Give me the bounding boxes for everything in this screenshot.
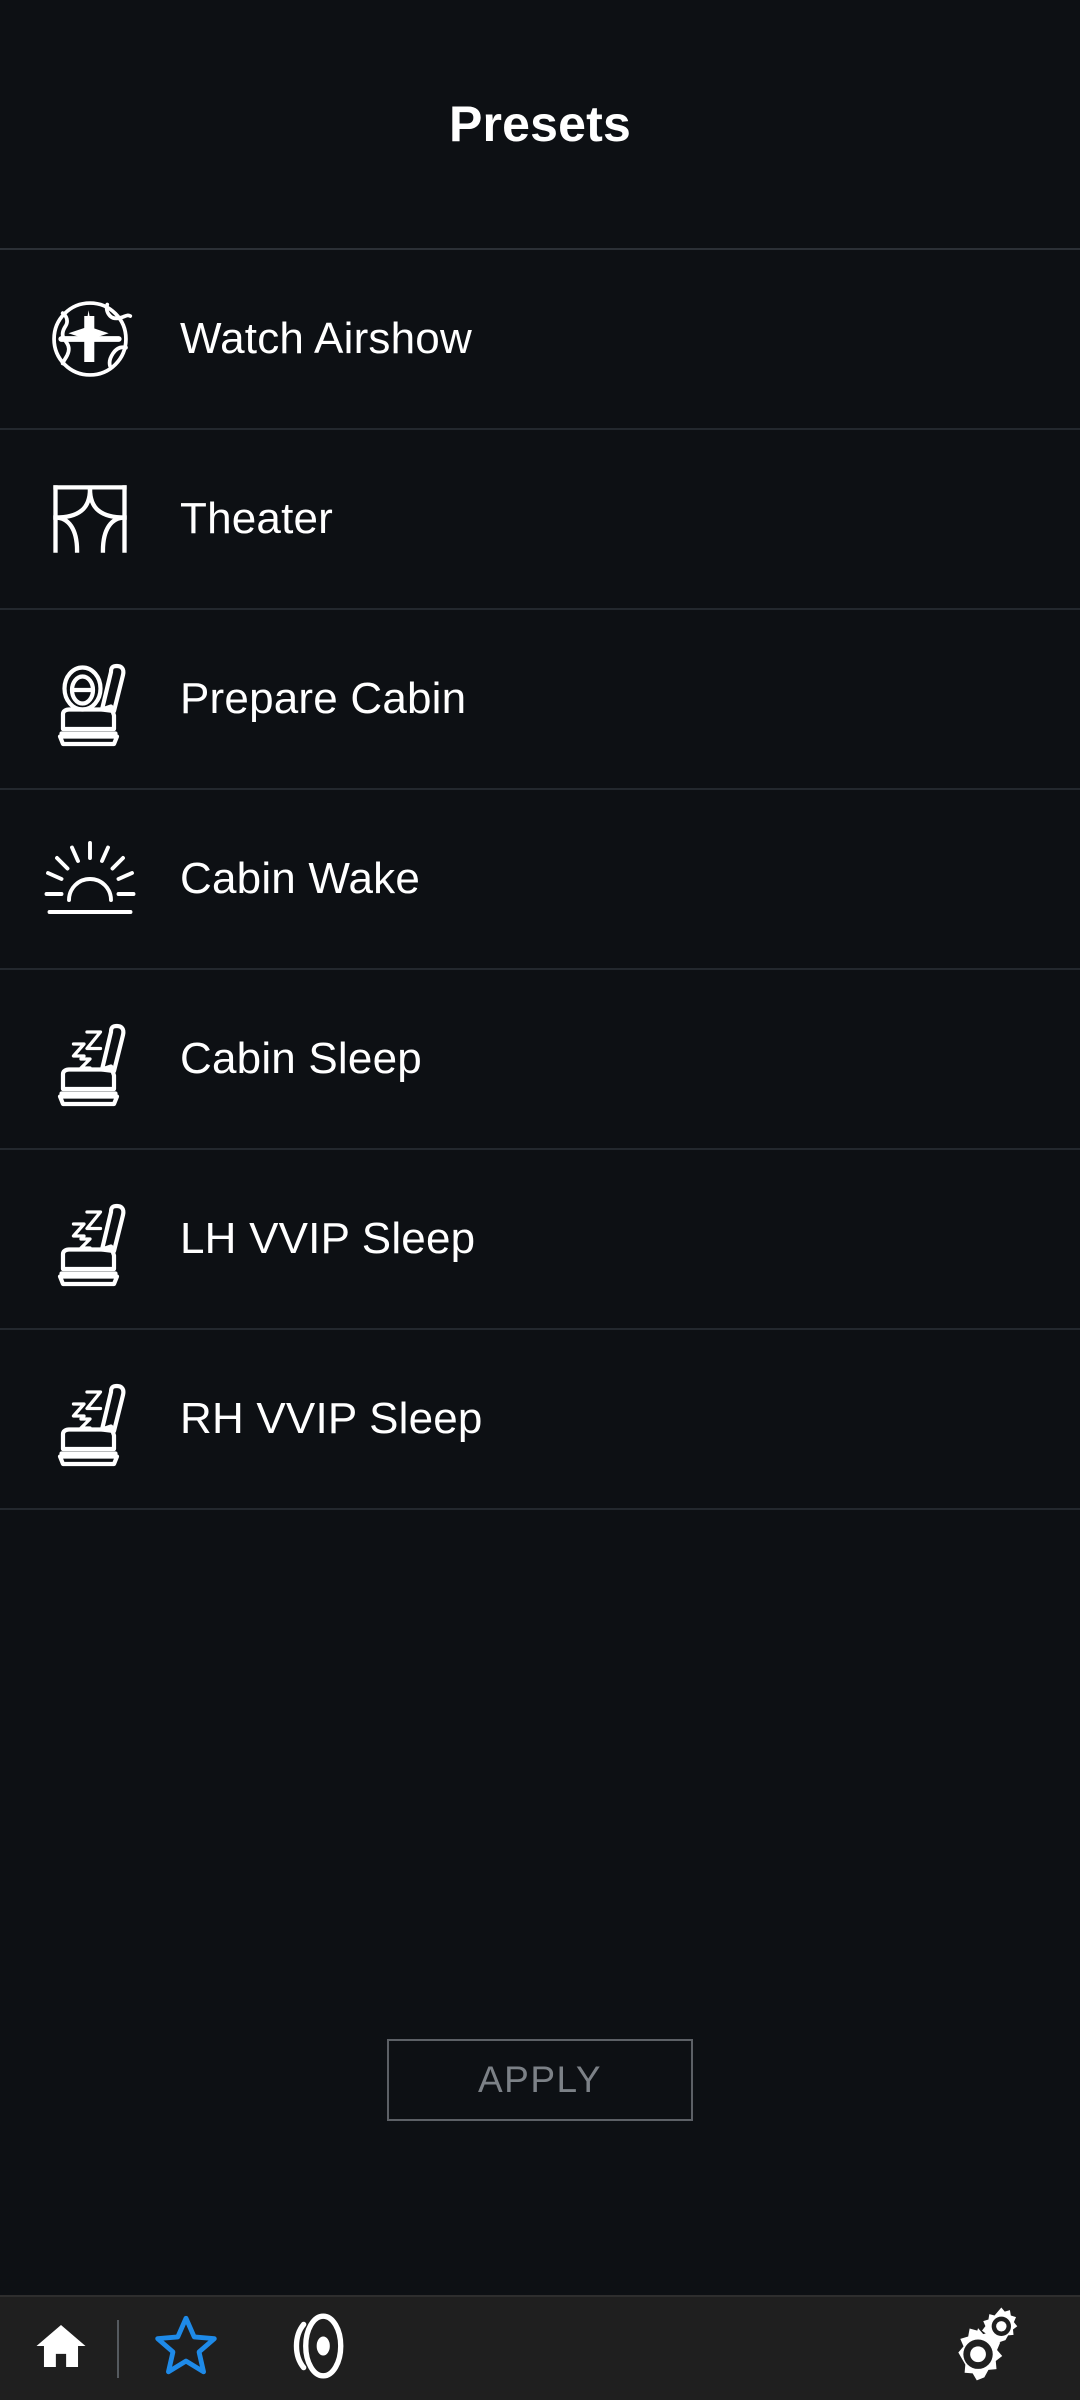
seat-sleep-icon xyxy=(0,1011,180,1107)
preset-label: Watch Airshow xyxy=(180,314,472,363)
page-header: Presets xyxy=(0,0,1080,250)
presets-screen: Presets Watch Airshow Theater Prepare Ca… xyxy=(0,0,1080,2400)
nav-item-home[interactable] xyxy=(5,2318,117,2379)
preset-label: Prepare Cabin xyxy=(180,674,467,723)
preset-row-theater[interactable]: Theater xyxy=(0,430,1080,610)
seat-pillow-icon xyxy=(0,651,180,747)
sunrise-icon xyxy=(0,831,180,927)
page-title: Presets xyxy=(448,96,632,152)
preset-list: Watch Airshow Theater Prepare Cabin Cabi… xyxy=(0,250,1080,2295)
bottom-spacer xyxy=(0,2185,1080,2295)
nav-item-settings[interactable] xyxy=(912,2303,1062,2394)
nav-item-sound[interactable] xyxy=(255,2311,375,2386)
preset-label: Cabin Wake xyxy=(180,854,421,903)
nav-item-favorites[interactable] xyxy=(127,2312,245,2385)
preset-label: LH VVIP Sleep xyxy=(180,1214,476,1263)
bottom-navigation-bar xyxy=(0,2295,1080,2400)
preset-label: Cabin Sleep xyxy=(180,1034,422,1083)
gears-icon xyxy=(944,2303,1030,2394)
preset-label: RH VVIP Sleep xyxy=(180,1394,483,1443)
theater-curtain-icon xyxy=(0,473,180,565)
speaker-icon xyxy=(284,2311,346,2386)
preset-label: Theater xyxy=(180,494,334,543)
preset-row-rh-vvip-sleep[interactable]: RH VVIP Sleep xyxy=(0,1330,1080,1510)
preset-row-cabin-wake[interactable]: Cabin Wake xyxy=(0,790,1080,970)
preset-row-cabin-sleep[interactable]: Cabin Sleep xyxy=(0,970,1080,1150)
seat-sleep-icon xyxy=(0,1191,180,1287)
list-empty-space xyxy=(0,1510,1080,1975)
home-icon xyxy=(33,2318,89,2379)
preset-row-prepare-cabin[interactable]: Prepare Cabin xyxy=(0,610,1080,790)
nav-divider xyxy=(117,2319,119,2378)
star-icon xyxy=(152,2312,220,2385)
apply-button[interactable]: APPLY xyxy=(387,2039,693,2121)
preset-row-watch-airshow[interactable]: Watch Airshow xyxy=(0,250,1080,430)
globe-airplane-icon xyxy=(0,293,180,385)
apply-button-container: APPLY xyxy=(0,1975,1080,2185)
preset-row-lh-vvip-sleep[interactable]: LH VVIP Sleep xyxy=(0,1150,1080,1330)
seat-sleep-icon xyxy=(0,1371,180,1467)
